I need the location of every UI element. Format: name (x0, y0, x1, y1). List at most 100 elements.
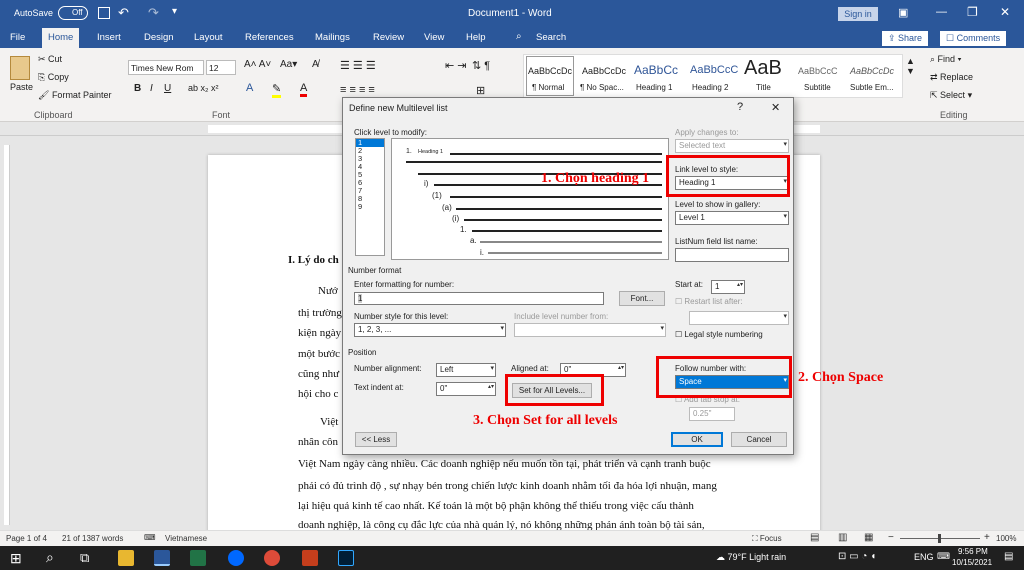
keyboard-icon[interactable]: ⌨ (937, 551, 950, 562)
zoom-out-icon[interactable]: − (888, 532, 894, 543)
close-window-icon[interactable]: ✕ (1000, 5, 1010, 19)
level-item[interactable]: 9 (356, 203, 384, 211)
file-explorer-icon[interactable] (118, 550, 134, 566)
autosave-toggle[interactable]: Off (58, 6, 88, 20)
format-painter-button[interactable]: 🖌 Format Painter (38, 90, 111, 101)
ribbon-display-icon[interactable]: ▣ (898, 6, 908, 19)
borders-icon[interactable]: ⊞ (476, 84, 485, 97)
tab-design[interactable]: Design (144, 32, 174, 43)
focus-button[interactable]: ⛶ Focus (752, 534, 782, 544)
zoom-in-icon[interactable]: + (984, 532, 990, 543)
minimize-icon[interactable]: — (936, 6, 947, 18)
select-button[interactable]: ⇱ Select ▾ (930, 90, 972, 101)
style-nospacing-preview[interactable]: AaBbCcDc (582, 66, 626, 76)
style-subtle-preview[interactable]: AaBbCcDc (850, 66, 894, 76)
undo-icon[interactable]: ↶ (118, 5, 129, 21)
cut-button[interactable]: ✂ Cut (38, 54, 62, 65)
comments-button[interactable]: ☐ Comments (940, 31, 1007, 46)
paste-label[interactable]: Paste (10, 82, 33, 92)
search-box[interactable]: Search (536, 32, 566, 43)
web-layout-icon[interactable]: ▦ (864, 532, 873, 543)
grow-font-icon[interactable]: A˄ A˅ (244, 59, 271, 70)
windows-start-icon[interactable]: ⊞ (10, 550, 22, 567)
indent-icon[interactable]: ⇤ ⇥ (445, 59, 467, 72)
tab-insert[interactable]: Insert (97, 32, 121, 43)
text-indent-input[interactable]: 0" ▴▾ (436, 382, 496, 396)
highlight-icon[interactable]: ✎ (272, 82, 282, 98)
zalo-icon[interactable] (228, 550, 244, 566)
style-heading2-preview[interactable]: AaBbCcC (690, 64, 738, 76)
clock-date[interactable]: 10/15/2021 (952, 558, 992, 567)
tab-references[interactable]: References (245, 32, 294, 43)
text-effects-icon[interactable]: A (246, 82, 253, 94)
style-subtitle-preview[interactable]: AaBbCcC (798, 66, 838, 76)
search-taskbar-icon[interactable]: ⌕ (46, 549, 54, 566)
level-list[interactable]: 1 2 3 4 5 6 7 8 9 (355, 138, 385, 256)
weather-widget[interactable]: ☁ 79°F Light rain (716, 552, 786, 563)
font-size-box[interactable]: 12 (206, 60, 236, 75)
less-button[interactable]: << Less (355, 432, 397, 447)
listnum-input[interactable] (675, 248, 789, 262)
read-mode-icon[interactable]: ▤ (810, 532, 819, 543)
word-count[interactable]: 21 of 1387 words (62, 534, 123, 543)
number-style-select[interactable]: 1, 2, 3, ... ▾ (354, 323, 506, 337)
style-heading1-preview[interactable]: AaBbCc (634, 63, 678, 77)
notification-icon[interactable]: ▤ (1004, 551, 1013, 562)
save-icon[interactable] (98, 7, 110, 19)
paste-icon[interactable] (10, 56, 30, 80)
tab-help[interactable]: Help (466, 32, 486, 43)
app-icon[interactable] (302, 550, 318, 566)
proofing-icon[interactable]: ⌨ (144, 533, 156, 542)
task-view-icon[interactable]: ⧉ (80, 550, 89, 566)
tab-home[interactable]: Home (42, 28, 80, 48)
zoom-level[interactable]: 100% (996, 534, 1016, 543)
find-button[interactable]: ⌕ Find ▾ (930, 54, 961, 65)
tab-mailings[interactable]: Mailings (315, 32, 350, 43)
bold-icon[interactable]: B (134, 83, 141, 94)
ok-button[interactable]: OK (671, 432, 723, 447)
styles-more-icon[interactable]: ▲ ▼ (906, 56, 915, 76)
style-title-preview[interactable]: AaB (744, 57, 782, 80)
word-icon[interactable] (154, 550, 170, 566)
excel-icon[interactable] (190, 550, 206, 566)
cancel-button[interactable]: Cancel (731, 432, 787, 447)
copy-button[interactable]: ⎘ Copy (38, 72, 69, 83)
tab-file[interactable]: File (10, 32, 25, 43)
input-language[interactable]: ENG (914, 552, 934, 562)
signin-button[interactable]: Sign in (838, 7, 878, 21)
print-layout-icon[interactable]: ▥ (838, 532, 847, 543)
system-tray-icons[interactable]: ⊡ ▭ ◔ ◖ (838, 551, 876, 562)
maximize-icon[interactable]: ❐ (967, 5, 978, 19)
customize-toolbar-icon[interactable]: ▾ (172, 6, 177, 17)
close-icon[interactable]: ✕ (771, 101, 780, 114)
strikethrough-icon[interactable]: ab x₂ x² (188, 83, 219, 93)
chrome-icon[interactable] (264, 550, 280, 566)
share-button[interactable]: ⇪ Share (882, 31, 929, 46)
language[interactable]: Vietnamese (165, 534, 207, 543)
zoom-thumb[interactable] (938, 534, 941, 543)
sort-icon[interactable]: ⇅ ¶ (472, 59, 490, 72)
font-button[interactable]: Font... (619, 291, 665, 306)
bullets-icon[interactable]: ☰ ☰ ☰ (340, 59, 376, 72)
font-name-box[interactable]: Times New Rom (128, 60, 204, 75)
align-icon[interactable]: ≡ ≡ ≡ ≡ (340, 84, 375, 96)
legal-style-checkbox[interactable]: ☐ Legal style numbering (675, 330, 763, 339)
tab-review[interactable]: Review (373, 32, 404, 43)
italic-icon[interactable]: I (150, 83, 153, 94)
start-at-input[interactable]: 1 ▴▾ (711, 280, 745, 294)
clock-time[interactable]: 9:56 PM (958, 547, 988, 556)
help-button[interactable]: ? (737, 101, 743, 113)
number-alignment-select[interactable]: Left ▾ (436, 363, 496, 377)
replace-button[interactable]: ⇄ Replace (930, 72, 973, 83)
font-color-icon[interactable]: A (300, 82, 308, 97)
level-gallery-select[interactable]: Level 1 ▾ (675, 211, 789, 225)
page-count[interactable]: Page 1 of 4 (6, 534, 47, 543)
tab-layout[interactable]: Layout (194, 32, 223, 43)
tab-view[interactable]: View (424, 32, 444, 43)
number-format-input[interactable]: 1 (354, 292, 604, 305)
underline-icon[interactable]: U (164, 83, 171, 94)
photoshop-icon[interactable] (338, 550, 354, 566)
clear-format-icon[interactable]: A̸ (312, 59, 319, 70)
redo-icon[interactable]: ↷ (148, 5, 159, 21)
change-case-icon[interactable]: Aa▾ (280, 59, 297, 70)
